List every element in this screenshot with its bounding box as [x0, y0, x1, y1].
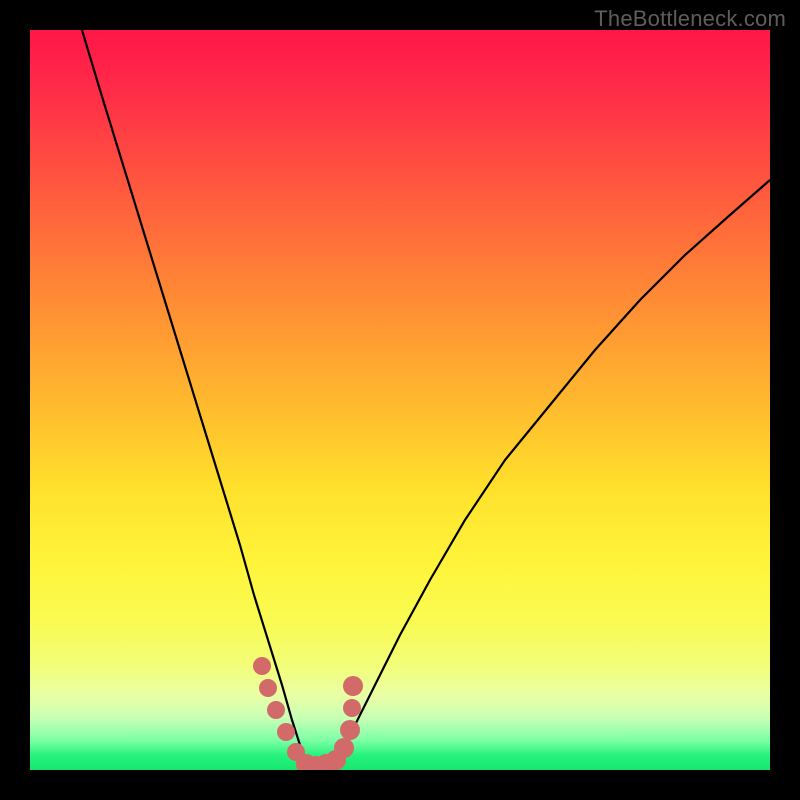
curve-layer — [30, 30, 770, 770]
curve-right-branch — [330, 180, 770, 765]
marker-dot — [343, 699, 361, 717]
marker-dot — [343, 676, 363, 696]
marker-dot — [340, 720, 360, 740]
marker-dot — [253, 657, 271, 675]
plot-area — [30, 30, 770, 770]
marker-dot — [259, 679, 277, 697]
outer-frame: TheBottleneck.com — [0, 0, 800, 800]
marker-cluster — [253, 657, 363, 770]
marker-dot — [334, 738, 354, 758]
curve-left-branch — [82, 30, 306, 765]
marker-dot — [267, 701, 285, 719]
marker-dot — [277, 723, 295, 741]
watermark-text: TheBottleneck.com — [594, 6, 786, 32]
